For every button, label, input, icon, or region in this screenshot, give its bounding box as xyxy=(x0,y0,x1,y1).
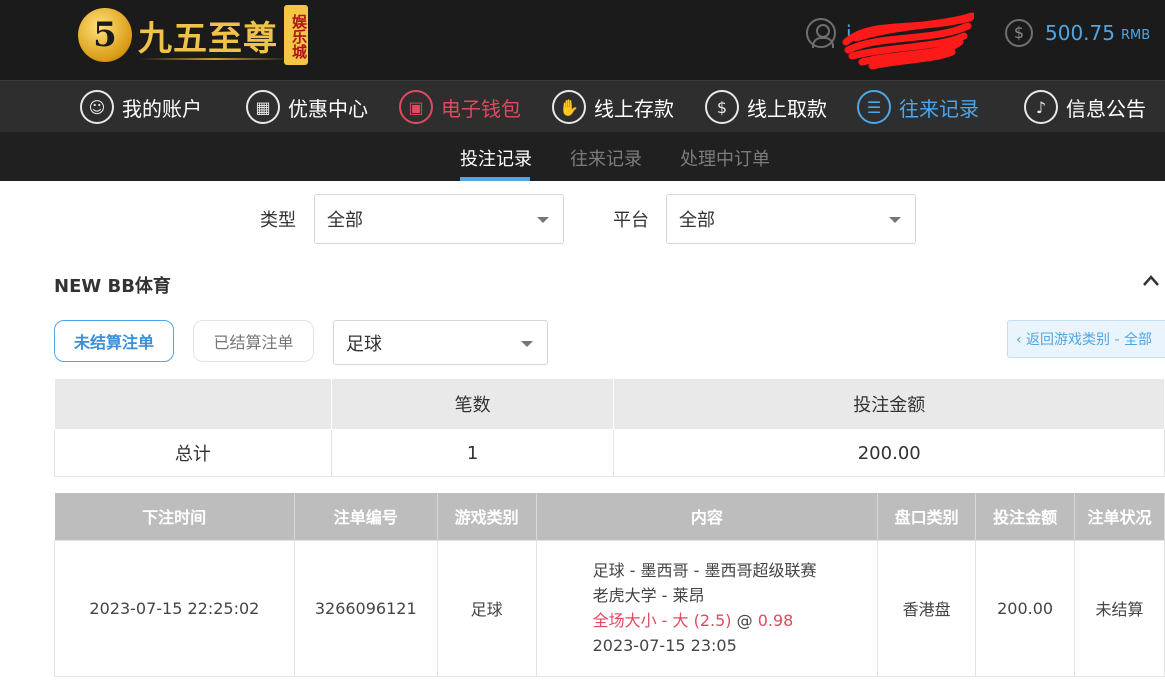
nav-deposit[interactable]: ✋ 线上存款 xyxy=(552,88,674,126)
wallet-icon: ▣ xyxy=(399,90,433,124)
page: 5 九五至尊 娱乐城 i $ 500.75 RMB ☺ 我的账户 ▦ 优惠中心 … xyxy=(0,0,1165,688)
back-to-game-category-button[interactable]: ‹ 返回游戏类别 - 全部 xyxy=(1007,320,1165,358)
header-market-type: 盘口类别 xyxy=(877,493,977,540)
bet-content: 足球 - 墨西哥 - 墨西哥超级联赛 老虎大学 - 莱昂 全场大小 - 大 (2… xyxy=(535,539,879,677)
subtab-bet-records[interactable]: 投注记录 xyxy=(460,145,532,171)
user-icon xyxy=(806,18,836,48)
subtab-transactions[interactable]: 往来记录 xyxy=(570,145,642,171)
gift-icon: ▦ xyxy=(246,90,280,124)
table-row: 2023-07-15 22:25:02 3266096121 足球 足球 - 墨… xyxy=(54,539,1165,677)
nav-records[interactable]: ☰ 往来记录 xyxy=(857,88,979,126)
bet-time: 2023-07-15 22:25:02 xyxy=(54,539,295,677)
bet-id: 3266096121 xyxy=(293,539,438,677)
nav-label: 优惠中心 xyxy=(288,96,368,121)
bet-content-kickoff: 2023-07-15 23:05 xyxy=(592,636,737,655)
chevron-down-icon xyxy=(889,217,901,223)
active-tab-indicator xyxy=(460,177,530,181)
nav-label: 信息公告 xyxy=(1066,96,1146,121)
summary-table: 笔数 投注金额 总计 1 200.00 xyxy=(54,378,1165,477)
user-icon: ☺ xyxy=(80,90,114,124)
summary-total-count: 1 xyxy=(330,429,615,477)
sport-select[interactable]: 足球 xyxy=(333,320,548,365)
logo-badge: 5 xyxy=(78,8,132,62)
nav-announcements[interactable]: ♪ 信息公告 xyxy=(1024,88,1146,126)
bell-icon: ♪ xyxy=(1024,90,1058,124)
summary-header-count: 笔数 xyxy=(330,378,615,430)
header-bet-time: 下注时间 xyxy=(54,493,295,540)
nav-label: 线上存款 xyxy=(594,96,674,121)
subtab-pending-orders[interactable]: 处理中订单 xyxy=(680,145,770,171)
bet-content-selection: 全场大小 - 大 (2.5) @ 0.98 xyxy=(593,608,878,633)
type-label: 类型 xyxy=(260,210,296,231)
bet-odds: 0.98 xyxy=(757,611,794,630)
platform-label: 平台 xyxy=(613,210,649,231)
nav-promotions[interactable]: ▦ 优惠中心 xyxy=(246,88,368,126)
nav-label: 我的账户 xyxy=(122,96,202,121)
nav-label: 线上取款 xyxy=(747,96,827,121)
game-category: 足球 xyxy=(436,539,537,677)
bet-content-league: 足球 - 墨西哥 - 墨西哥超级联赛 xyxy=(592,561,817,580)
bet-at-sign: @ xyxy=(731,611,758,630)
balance-value: 500.75 xyxy=(1045,21,1115,45)
balance-currency: RMB xyxy=(1120,27,1151,43)
record-icon: ☰ xyxy=(857,90,891,124)
summary-total-row: 总计 1 200.00 xyxy=(54,429,1165,477)
summary-header-row: 笔数 投注金额 xyxy=(54,378,1165,430)
chevron-up-icon[interactable] xyxy=(1142,272,1160,290)
bet-detail-table: 下注时间 注单编号 游戏类别 内容 盘口类别 投注金额 注单状况 2023-07… xyxy=(54,493,1165,677)
header-bet-id: 注单编号 xyxy=(294,493,438,540)
nav-label: 电子钱包 xyxy=(441,96,521,121)
bet-selection: 全场大小 - 大 (2.5) xyxy=(592,611,732,630)
header-bet-amount: 投注金额 xyxy=(975,493,1076,540)
sport-select-value: 足球 xyxy=(346,333,382,355)
sub-nav: 投注记录 往来记录 处理中订单 xyxy=(0,132,1165,181)
market-type: 香港盘 xyxy=(877,539,977,677)
top-bar: 5 九五至尊 娱乐城 i $ 500.75 RMB xyxy=(0,0,1165,80)
header-content: 内容 xyxy=(536,493,879,540)
settled-bets-button[interactable]: 已结算注单 xyxy=(193,320,314,362)
balance-area: $ 500.75 RMB xyxy=(1005,19,1150,47)
nav-my-account[interactable]: ☺ 我的账户 xyxy=(80,88,202,126)
type-select[interactable]: 全部 xyxy=(314,194,564,244)
summary-header-amount: 投注金额 xyxy=(613,378,1165,430)
nav-withdraw[interactable]: $ 线上取款 xyxy=(705,88,827,126)
unsettled-bets-button[interactable]: 未结算注单 xyxy=(54,320,174,362)
logo-text: 九五至尊 xyxy=(138,18,278,59)
nav-e-wallet[interactable]: ▣ 电子钱包 xyxy=(399,88,521,126)
withdraw-icon: $ xyxy=(705,90,739,124)
deposit-icon: ✋ xyxy=(552,90,586,124)
logo-stamp: 娱乐城 xyxy=(284,5,308,65)
type-select-value: 全部 xyxy=(327,210,363,231)
header-bet-status: 注单状况 xyxy=(1074,493,1165,540)
bet-content-match: 老虎大学 - 莱昂 xyxy=(592,586,705,605)
logo-ornament xyxy=(140,58,290,60)
coin-icon: $ xyxy=(1005,19,1033,47)
chevron-down-icon xyxy=(521,341,533,347)
header-game-category: 游戏类别 xyxy=(437,493,537,540)
redaction-scribble xyxy=(842,12,974,70)
main-nav: ☺ 我的账户 ▦ 优惠中心 ▣ 电子钱包 ✋ 线上存款 $ 线上取款 ☰ 往来记… xyxy=(0,80,1165,132)
summary-total-amount: 200.00 xyxy=(613,429,1165,477)
summary-total-label: 总计 xyxy=(54,429,332,477)
section-title: NEW BB体育 xyxy=(54,276,171,297)
bet-amount: 200.00 xyxy=(975,539,1076,677)
nav-label: 往来记录 xyxy=(899,96,979,121)
bet-status: 未结算 xyxy=(1074,539,1165,677)
summary-header-blank xyxy=(54,378,332,430)
platform-select[interactable]: 全部 xyxy=(666,194,916,244)
platform-select-value: 全部 xyxy=(679,210,715,231)
detail-header-row: 下注时间 注单编号 游戏类别 内容 盘口类别 投注金额 注单状况 xyxy=(54,493,1165,540)
chevron-down-icon xyxy=(537,217,549,223)
